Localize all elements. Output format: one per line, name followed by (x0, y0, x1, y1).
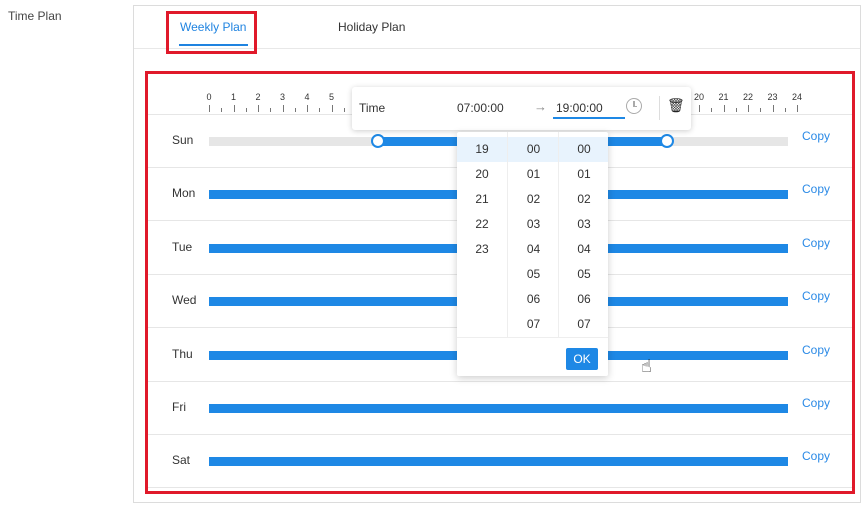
picker-option[interactable]: 07 (508, 312, 559, 337)
picker-option[interactable]: 02 (559, 187, 608, 212)
picker-option[interactable]: 21 (457, 187, 507, 212)
ruler-tick (307, 105, 308, 112)
copy-link[interactable]: Copy (802, 343, 830, 357)
segment-drag-handle[interactable] (660, 134, 675, 148)
time-label: Time (359, 101, 386, 115)
hours-column[interactable]: 19 20 21 22 23 (457, 132, 507, 337)
time-track[interactable] (209, 404, 788, 413)
ruler-hour-label: 1 (230, 92, 237, 102)
day-label: Sat (172, 453, 191, 468)
picker-option[interactable]: 00 (508, 137, 559, 162)
tab-holiday-plan[interactable]: Holiday Plan (338, 20, 405, 34)
picker-option[interactable]: 04 (508, 237, 559, 262)
copy-link[interactable]: Copy (802, 129, 830, 143)
picker-option[interactable]: 03 (508, 212, 559, 237)
ruler-tick (270, 108, 272, 112)
copy-link[interactable]: Copy (802, 182, 830, 196)
picker-option[interactable]: 06 (559, 287, 608, 312)
ruler-tick (711, 108, 713, 112)
picker-option[interactable]: 05 (508, 262, 559, 287)
picker-option[interactable]: 19 (457, 137, 507, 162)
segment-drag-handle[interactable] (370, 134, 385, 148)
ruler-hour-label: 3 (279, 92, 286, 102)
day-label: Thu (172, 346, 193, 361)
picker-footer: OK (457, 337, 608, 376)
copy-link[interactable]: Copy (802, 289, 830, 303)
picker-option[interactable]: 01 (559, 162, 608, 187)
picker-option[interactable]: 22 (457, 212, 507, 237)
ruler-tick (258, 105, 259, 112)
picker-option[interactable]: 07 (559, 312, 608, 337)
ruler-tick (772, 105, 774, 112)
day-label: Sun (172, 133, 194, 147)
ruler-tick (760, 108, 762, 112)
end-time-value: 19:00:00 (556, 101, 603, 115)
picker-option[interactable]: 04 (559, 237, 608, 262)
copy-link[interactable]: Copy (802, 236, 830, 250)
clock-icon[interactable] (626, 98, 642, 114)
ruler-hour-label: 22 (742, 92, 754, 102)
ruler-tick (221, 108, 223, 112)
ruler-tick (797, 105, 798, 112)
plan-tabs: Weekly Plan Holiday Plan (134, 6, 860, 49)
day-label: Fri (172, 400, 186, 414)
time-segment-bar[interactable] (209, 457, 788, 467)
day-label: Tue (172, 239, 193, 254)
ruler-tick (245, 108, 247, 112)
ok-button[interactable]: OK (566, 348, 598, 370)
ruler-hour-label: 23 (767, 92, 778, 102)
day-row: Fri Copy (148, 382, 852, 435)
picker-option[interactable]: 23 (457, 237, 507, 262)
minutes-column[interactable]: 00 01 02 03 04 05 06 07 (507, 132, 559, 337)
start-time-input[interactable]: 07:00:00 (457, 101, 504, 115)
picker-option[interactable]: 05 (559, 262, 608, 287)
end-time-input[interactable]: 19:00:00 (553, 95, 625, 119)
arrow-right-icon: → (534, 99, 547, 114)
trash-icon[interactable]: 🗑 (667, 97, 685, 113)
ruler-tick (331, 105, 333, 112)
ruler-tick (735, 108, 737, 112)
seconds-column[interactable]: 00 01 02 03 04 05 06 07 (558, 132, 608, 337)
time-picker-dropdown: 19 20 21 22 23 00 01 02 03 04 05 06 07 00 01 02 03 04 05… (457, 132, 608, 376)
day-row: Sat Copy (148, 435, 852, 489)
copy-link[interactable]: Copy (802, 396, 830, 410)
ruler-tick (784, 108, 786, 112)
copy-link[interactable]: Copy (802, 449, 830, 463)
ruler-tick (294, 108, 296, 112)
ruler-hour-label: 0 (206, 92, 212, 102)
ruler-tick (748, 105, 749, 112)
time-edit-popup: Time 07:00:00 → 19:00:00 🗑 (352, 87, 691, 130)
active-tab-indicator (179, 44, 248, 46)
ruler-tick (343, 108, 345, 112)
ruler-tick (209, 105, 210, 112)
hand-cursor-icon: ☝ (641, 356, 652, 376)
ruler-tick (723, 105, 725, 112)
ruler-hour-label: 24 (791, 92, 803, 102)
picker-option[interactable]: 02 (508, 187, 559, 212)
time-track[interactable] (209, 457, 788, 467)
tab-weekly-plan[interactable]: Weekly Plan (180, 20, 246, 34)
divider (659, 96, 660, 120)
ruler-hour-label: 20 (693, 92, 705, 102)
picker-option[interactable]: 00 (559, 137, 608, 162)
time-plan-label: Time Plan (8, 9, 62, 23)
ruler-hour-label: 2 (255, 92, 261, 102)
ruler-tick (282, 105, 284, 112)
picker-option[interactable]: 20 (457, 162, 507, 187)
picker-option[interactable]: 01 (508, 162, 559, 187)
ruler-tick (699, 105, 700, 112)
ruler-hour-label: 4 (304, 92, 310, 102)
ruler-tick (233, 105, 235, 112)
ruler-hour-label: 5 (328, 92, 335, 102)
ruler-hour-label: 21 (718, 92, 729, 102)
picker-option[interactable]: 03 (559, 212, 608, 237)
day-label: Wed (172, 293, 197, 308)
ruler-tick (319, 108, 321, 112)
picker-option[interactable]: 06 (508, 287, 559, 312)
time-segment-bar[interactable] (209, 404, 788, 413)
day-label: Mon (172, 186, 196, 201)
